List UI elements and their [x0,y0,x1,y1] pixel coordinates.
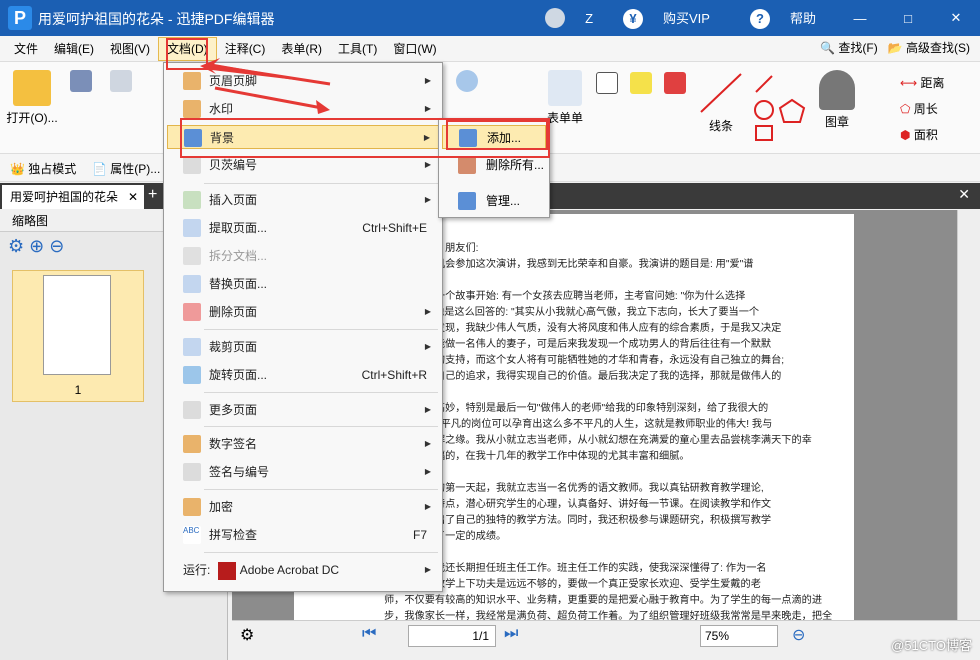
watermark-text: @51CTO博客 [891,638,972,653]
annotation-arrows [200,58,331,114]
